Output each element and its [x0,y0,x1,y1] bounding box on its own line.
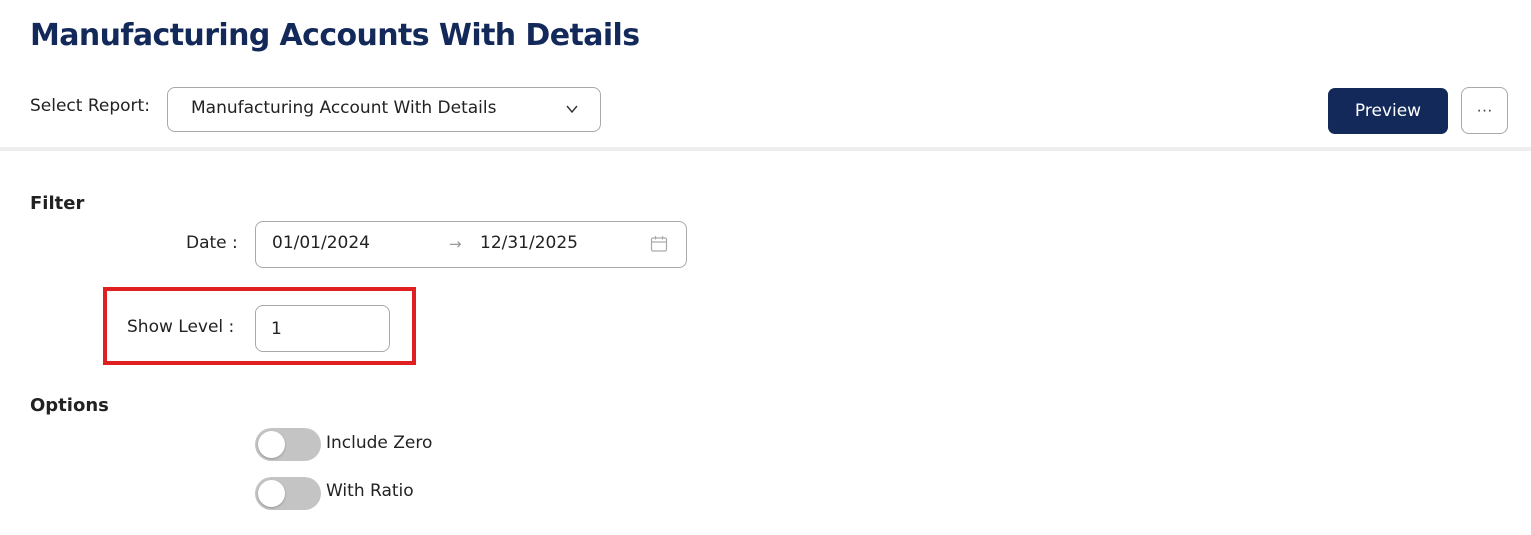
report-select[interactable]: Manufacturing Account With Details [167,87,601,132]
options-section-title: Options [30,395,109,416]
include-zero-label: Include Zero [326,433,433,453]
page-title: Manufacturing Accounts With Details [30,18,640,53]
show-level-input[interactable] [255,305,390,352]
more-options-button[interactable]: ··· [1461,87,1508,134]
chevron-down-icon [566,105,578,114]
date-range-picker[interactable]: 01/01/2024 → 12/31/2025 [255,221,687,268]
filter-section-title: Filter [30,193,85,214]
with-ratio-toggle[interactable] [255,477,321,510]
date-range-arrow-icon: → [449,235,462,253]
show-level-label: Show Level : [127,317,235,337]
date-to-input[interactable]: 12/31/2025 [480,233,578,253]
calendar-icon[interactable] [650,235,668,253]
with-ratio-label: With Ratio [326,481,414,501]
preview-button[interactable]: Preview [1328,88,1448,134]
select-report-label: Select Report: [30,96,150,116]
header-divider [0,147,1531,151]
toggle-knob [258,480,285,507]
date-label: Date : [186,233,238,253]
date-from-input[interactable]: 01/01/2024 [272,233,370,253]
include-zero-toggle[interactable] [255,428,321,461]
toggle-knob [258,431,285,458]
report-select-value: Manufacturing Account With Details [191,98,497,118]
